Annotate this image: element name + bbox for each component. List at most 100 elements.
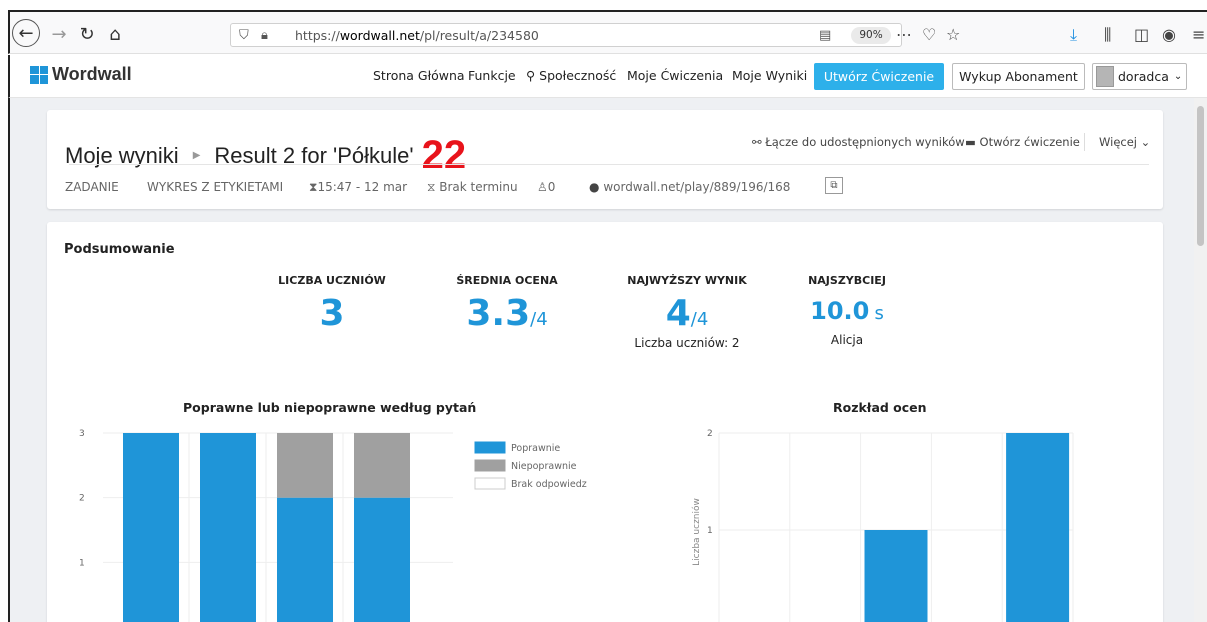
stat-value: 3.3: [466, 293, 531, 334]
vertical-scrollbar[interactable]: [1194, 98, 1207, 622]
home-icon[interactable]: ⌂: [102, 21, 128, 47]
subscribe-button[interactable]: Wykup Abonament: [952, 63, 1085, 90]
library-icon[interactable]: ⫼: [1104, 25, 1111, 45]
chart-title-questions: Poprawne lub niepoprawne według pytań: [183, 400, 477, 415]
shield-icon[interactable]: ⛉: [239, 28, 249, 43]
scrollbar-thumb[interactable]: [1197, 106, 1204, 246]
logo-mark-icon: [30, 65, 48, 84]
meta-template: WYKRES Z ETYKIETAMI: [147, 180, 284, 194]
stat-value: 4: [665, 293, 691, 334]
nav-my-activities[interactable]: Moje Ćwiczenia: [627, 68, 723, 83]
zoom-level[interactable]: 90%: [851, 27, 891, 44]
meta-play-link-text: wordwall.net/play/889/196/168: [603, 180, 791, 194]
meta-deadline-text: Brak terminu: [439, 180, 518, 194]
result-title: Result 2 for 'Półkule': [214, 143, 414, 168]
stat-average-score: ŚREDNIA OCENA 3.3/4: [447, 274, 567, 334]
questions-stacked-bar-chart: 0123PoprawnieNiepoprawnieBrak odpowiedzi: [79, 429, 587, 622]
url-path: /pl/result/a/234580: [419, 28, 539, 43]
create-activity-button[interactable]: Utwórz Ćwiczenie: [814, 63, 944, 90]
account-icon[interactable]: ◉: [1162, 25, 1176, 44]
y-tick-label: 1: [79, 558, 85, 568]
browser-toolbar: ← → ↻ ⌂ ⛉ 🔒︎ https://wordwall.net/pl/res…: [8, 10, 1207, 54]
bookmark-star-icon[interactable]: ☆: [946, 25, 960, 44]
nav-community[interactable]: ⚲ Społeczność: [526, 68, 616, 83]
stat-sub: Liczba uczniów: 2: [634, 336, 740, 350]
action-divider: [1084, 133, 1085, 151]
stat-highest-score: NAJWYŻSZY WYNIK 4/4 Liczba uczniów: 2: [627, 274, 747, 350]
nav-community-label: Społeczność: [539, 68, 617, 83]
sidebar-icon[interactable]: ◫: [1134, 25, 1149, 44]
stat-value-group: 3.3/4: [447, 293, 567, 334]
url-domain: wordwall.net: [339, 28, 420, 43]
chart-title-distribution: Rozkład ocen: [833, 400, 927, 415]
reader-view-icon[interactable]: ▤: [819, 28, 831, 43]
copy-icon[interactable]: ⧉: [825, 177, 843, 194]
stat-unit: /4: [690, 309, 709, 330]
breadcrumb-separator-icon: ▶: [192, 150, 201, 161]
stat-label: LICZBA UCZNIÓW: [278, 274, 386, 287]
stat-value: 10.0: [810, 297, 870, 325]
share-results-link[interactable]: ⚯ Łącze do udostępnionych wyników: [752, 135, 965, 149]
meta-users-count: 0: [547, 180, 556, 194]
header-divider: [69, 164, 1149, 165]
breadcrumb-my-results[interactable]: Moje wyniki: [65, 143, 179, 169]
stat-label: ŚREDNIA OCENA: [456, 274, 558, 287]
y-tick-label: 2: [79, 494, 85, 504]
legend-swatch: [474, 477, 506, 490]
play-icon: ●: [589, 180, 600, 194]
stat-value-group: 4/4: [627, 293, 747, 334]
nav-my-results[interactable]: Moje Wyniki: [732, 68, 807, 83]
bar: [1006, 433, 1070, 622]
meta-task: ZADANIE: [65, 180, 119, 194]
menu-icon[interactable]: ≡: [1192, 25, 1205, 44]
open-activity-label: Otwórz ćwiczenie: [979, 135, 1080, 149]
download-icon[interactable]: ⤓: [1070, 25, 1077, 45]
stat-value-group: 10.0 s: [797, 297, 897, 325]
page-actions-icon[interactable]: ⋯: [896, 25, 912, 44]
bar-segment: [354, 497, 410, 622]
lock-icon[interactable]: 🔒︎: [261, 28, 268, 43]
y-axis-label: Liczba uczniów: [691, 498, 702, 566]
open-activity-link[interactable]: ▬ Otwórz ćwiczenie: [965, 135, 1080, 149]
forward-arrow-icon[interactable]: →: [46, 21, 72, 47]
meta-start-text: 15:47 - 12 mar: [317, 180, 408, 194]
wordwall-logo[interactable]: Wordwall: [30, 64, 132, 85]
legend-label: Niepoprawnie: [511, 461, 577, 472]
logo-text: Wordwall: [52, 64, 132, 84]
meta-play-link[interactable]: ● wordwall.net/play/889/196/168: [589, 180, 790, 194]
share-results-label: Łącze do udostępnionych wyników: [765, 135, 965, 149]
bar-segment: [123, 433, 179, 622]
stat-unit: s: [874, 303, 884, 324]
chevron-down-icon: ⌄: [1140, 135, 1151, 149]
nav-home[interactable]: Strona Główna: [373, 68, 465, 83]
bar-segment: [277, 497, 333, 622]
bar-segment: [277, 433, 333, 498]
meta-start: ⧗15:47 - 12 mar: [309, 180, 407, 195]
meta-users: ♙0: [537, 180, 555, 194]
more-label: Więcej: [1099, 135, 1137, 149]
pocket-icon[interactable]: ♡: [922, 25, 936, 44]
nav-features[interactable]: Funkcje: [468, 68, 516, 83]
page-title: Moje wyniki ▶ Result 2 for 'Półkule' 22: [65, 128, 466, 177]
address-bar[interactable]: ⛉ 🔒︎ https://wordwall.net/pl/result/a/23…: [230, 23, 902, 47]
chevron-down-icon: ⌄: [1173, 71, 1183, 82]
bar: [864, 530, 928, 622]
stat-label: NAJWYŻSZY WYNIK: [627, 274, 747, 287]
username: doradca: [1118, 69, 1169, 84]
stat-student-count: LICZBA UCZNIÓW 3: [277, 274, 387, 334]
user-menu-button[interactable]: doradca ⌄: [1092, 63, 1187, 90]
app-header: Wordwall Strona Główna Funkcje ⚲ Społecz…: [8, 55, 1207, 98]
summary-title: Podsumowanie: [64, 242, 175, 257]
hourglass-empty-icon: ⧖: [427, 180, 436, 194]
score-distribution-bar-chart: 012Liczba uczniów: [691, 429, 1074, 622]
bar-segment: [200, 433, 256, 622]
legend-label: Brak odpowiedzi: [511, 479, 587, 490]
reload-icon[interactable]: ↻: [74, 21, 100, 47]
y-tick-label: 2: [707, 429, 713, 439]
back-arrow-icon[interactable]: ←: [12, 19, 40, 47]
legend-swatch: [474, 459, 506, 472]
annotation-number: 22: [421, 133, 467, 177]
meta-deadline: ⧖ Brak terminu: [427, 180, 518, 195]
more-menu[interactable]: Więcej ⌄: [1099, 135, 1150, 149]
bar-segment: [354, 433, 410, 498]
